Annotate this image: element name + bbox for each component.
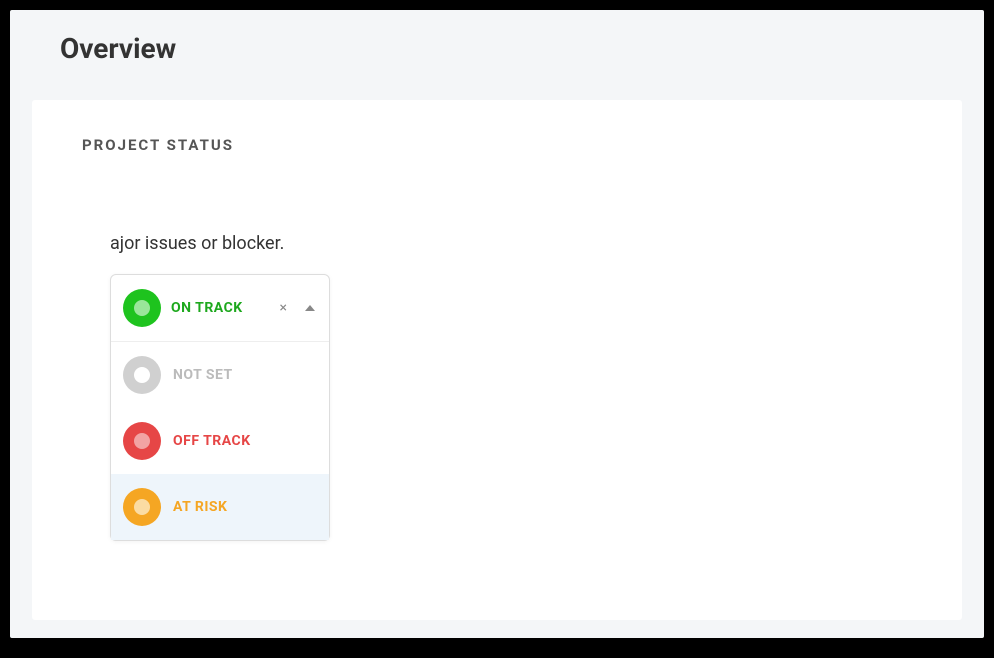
status-icon-on-track bbox=[123, 289, 161, 327]
section-heading: PROJECT STATUS bbox=[82, 136, 912, 154]
status-dropdown[interactable]: ON TRACK × NOT SET OFF TRACK bbox=[110, 274, 330, 541]
dropdown-selected[interactable]: ON TRACK × bbox=[111, 275, 329, 342]
status-icon-not-set bbox=[123, 356, 161, 394]
status-description: ajor issues or blocker. bbox=[110, 230, 284, 257]
chevron-up-icon[interactable] bbox=[305, 305, 315, 311]
status-icon-at-risk bbox=[123, 488, 161, 526]
project-status-card: PROJECT STATUS ajor issues or blocker. a… bbox=[32, 100, 962, 620]
dropdown-option-at-risk[interactable]: AT RISK bbox=[111, 474, 329, 540]
dropdown-option-not-set[interactable]: NOT SET bbox=[111, 342, 329, 408]
option-label: OFF TRACK bbox=[173, 433, 251, 449]
page-background: Overview PROJECT STATUS ajor issues or b… bbox=[10, 10, 984, 638]
status-icon-inner bbox=[134, 499, 150, 515]
dropdown-option-off-track[interactable]: OFF TRACK bbox=[111, 408, 329, 474]
clear-selection-icon[interactable]: × bbox=[276, 300, 291, 316]
status-icon-off-track bbox=[123, 422, 161, 460]
status-icon-inner bbox=[134, 367, 150, 383]
option-label: AT RISK bbox=[173, 499, 227, 515]
selected-label: ON TRACK bbox=[171, 300, 243, 316]
option-label: NOT SET bbox=[173, 367, 233, 383]
page-title: Overview bbox=[60, 32, 176, 65]
status-icon-inner bbox=[134, 433, 150, 449]
status-icon-inner bbox=[134, 300, 150, 316]
